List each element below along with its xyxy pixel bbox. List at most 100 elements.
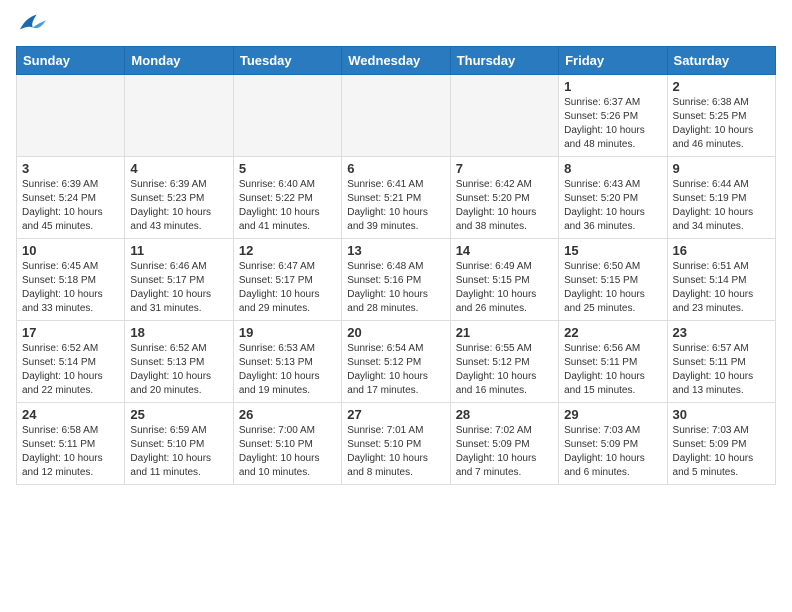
day-info: Sunrise: 6:48 AMSunset: 5:16 PMDaylight:… (347, 260, 444, 316)
calendar-day-cell: 4 Sunrise: 6:39 AMSunset: 5:23 PMDaylight… (125, 157, 233, 239)
calendar-day-cell: 17 Sunrise: 6:52 AMSunset: 5:14 PMDayligh… (17, 321, 125, 403)
calendar-day-cell: 6 Sunrise: 6:41 AMSunset: 5:21 PMDaylight… (342, 157, 450, 239)
day-info: Sunrise: 6:39 AMSunset: 5:24 PMDaylight:… (22, 178, 119, 234)
calendar-day-cell: 14Sunrise: 6:49 AMSunset: 5:15 PMDayligh… (450, 239, 558, 321)
day-of-week-header: Sunday (17, 47, 125, 75)
day-info: Sunrise: 6:39 AMSunset: 5:23 PMDaylight:… (130, 178, 227, 234)
day-of-week-header: Monday (125, 47, 233, 75)
day-number: 4 (130, 161, 227, 176)
calendar-day-cell: 22 Sunrise: 6:56 AMSunset: 5:11 PMDayligh… (559, 321, 667, 403)
day-number: 12 (239, 243, 336, 258)
day-info: Sunrise: 6:38 AMSunset: 5:25 PMDaylight:… (673, 96, 770, 152)
calendar-day-cell: 24 Sunrise: 6:58 AMSunset: 5:11 PMDayligh… (17, 403, 125, 485)
calendar-day-cell: 10 Sunrise: 6:45 AMSunset: 5:18 PMDayligh… (17, 239, 125, 321)
calendar-day-cell: 8Sunrise: 6:43 AMSunset: 5:20 PMDaylight… (559, 157, 667, 239)
day-info: Sunrise: 7:03 AMSunset: 5:09 PMDaylight:… (564, 424, 661, 480)
day-info: Sunrise: 6:43 AMSunset: 5:20 PMDaylight:… (564, 178, 661, 234)
calendar-day-cell: 13 Sunrise: 6:48 AMSunset: 5:16 PMDayligh… (342, 239, 450, 321)
day-number: 3 (22, 161, 119, 176)
calendar-table: SundayMondayTuesdayWednesdayThursdayFrid… (16, 46, 776, 485)
logo-bird-icon (18, 12, 46, 34)
day-info: Sunrise: 6:59 AMSunset: 5:10 PMDaylight:… (130, 424, 227, 480)
calendar-day-cell (125, 75, 233, 157)
day-number: 23 (673, 325, 770, 340)
calendar-day-cell: 29 Sunrise: 7:03 AMSunset: 5:09 PMDayligh… (559, 403, 667, 485)
day-info: Sunrise: 6:47 AMSunset: 5:17 PMDaylight:… (239, 260, 336, 316)
day-number: 10 (22, 243, 119, 258)
day-number: 19 (239, 325, 336, 340)
calendar-header-row: SundayMondayTuesdayWednesdayThursdayFrid… (17, 47, 776, 75)
day-number: 21 (456, 325, 553, 340)
day-number: 28 (456, 407, 553, 422)
calendar-day-cell: 19 Sunrise: 6:53 AMSunset: 5:13 PMDayligh… (233, 321, 341, 403)
day-info: Sunrise: 6:51 AMSunset: 5:14 PMDaylight:… (673, 260, 770, 316)
day-number: 24 (22, 407, 119, 422)
day-info: Sunrise: 6:56 AMSunset: 5:11 PMDaylight:… (564, 342, 661, 398)
calendar-week-row: 3 Sunrise: 6:39 AMSunset: 5:24 PMDaylight… (17, 157, 776, 239)
calendar-day-cell (17, 75, 125, 157)
day-info: Sunrise: 6:44 AMSunset: 5:19 PMDaylight:… (673, 178, 770, 234)
calendar-day-cell: 16 Sunrise: 6:51 AMSunset: 5:14 PMDayligh… (667, 239, 775, 321)
calendar-day-cell: 27 Sunrise: 7:01 AMSunset: 5:10 PMDayligh… (342, 403, 450, 485)
calendar-day-cell: 1 Sunrise: 6:37 AMSunset: 5:26 PMDaylight… (559, 75, 667, 157)
calendar-day-cell (450, 75, 558, 157)
day-info: Sunrise: 6:46 AMSunset: 5:17 PMDaylight:… (130, 260, 227, 316)
calendar-day-cell: 28 Sunrise: 7:02 AMSunset: 5:09 PMDayligh… (450, 403, 558, 485)
day-of-week-header: Tuesday (233, 47, 341, 75)
day-number: 16 (673, 243, 770, 258)
calendar-day-cell (342, 75, 450, 157)
day-number: 7 (456, 161, 553, 176)
day-info: Sunrise: 6:41 AMSunset: 5:21 PMDaylight:… (347, 178, 444, 234)
day-number: 25 (130, 407, 227, 422)
day-number: 30 (673, 407, 770, 422)
day-number: 29 (564, 407, 661, 422)
calendar-day-cell: 26 Sunrise: 7:00 AMSunset: 5:10 PMDayligh… (233, 403, 341, 485)
day-info: Sunrise: 7:01 AMSunset: 5:10 PMDaylight:… (347, 424, 444, 480)
calendar-day-cell: 11 Sunrise: 6:46 AMSunset: 5:17 PMDayligh… (125, 239, 233, 321)
calendar-week-row: 10 Sunrise: 6:45 AMSunset: 5:18 PMDayligh… (17, 239, 776, 321)
calendar-week-row: 24 Sunrise: 6:58 AMSunset: 5:11 PMDayligh… (17, 403, 776, 485)
calendar-day-cell: 7 Sunrise: 6:42 AMSunset: 5:20 PMDaylight… (450, 157, 558, 239)
page-header (16, 16, 776, 34)
day-number: 17 (22, 325, 119, 340)
day-number: 26 (239, 407, 336, 422)
day-info: Sunrise: 7:03 AMSunset: 5:09 PMDaylight:… (673, 424, 770, 480)
day-of-week-header: Wednesday (342, 47, 450, 75)
calendar-week-row: 17 Sunrise: 6:52 AMSunset: 5:14 PMDayligh… (17, 321, 776, 403)
calendar-day-cell: 12 Sunrise: 6:47 AMSunset: 5:17 PMDayligh… (233, 239, 341, 321)
day-info: Sunrise: 7:02 AMSunset: 5:09 PMDaylight:… (456, 424, 553, 480)
day-number: 5 (239, 161, 336, 176)
day-number: 13 (347, 243, 444, 258)
day-info: Sunrise: 6:54 AMSunset: 5:12 PMDaylight:… (347, 342, 444, 398)
logo (16, 16, 46, 34)
day-of-week-header: Thursday (450, 47, 558, 75)
day-info: Sunrise: 6:37 AMSunset: 5:26 PMDaylight:… (564, 96, 661, 152)
calendar-day-cell: 20Sunrise: 6:54 AMSunset: 5:12 PMDayligh… (342, 321, 450, 403)
day-info: Sunrise: 6:58 AMSunset: 5:11 PMDaylight:… (22, 424, 119, 480)
calendar-day-cell: 18Sunrise: 6:52 AMSunset: 5:13 PMDayligh… (125, 321, 233, 403)
calendar-day-cell: 21 Sunrise: 6:55 AMSunset: 5:12 PMDayligh… (450, 321, 558, 403)
day-info: Sunrise: 6:40 AMSunset: 5:22 PMDaylight:… (239, 178, 336, 234)
day-info: Sunrise: 6:53 AMSunset: 5:13 PMDaylight:… (239, 342, 336, 398)
day-info: Sunrise: 6:55 AMSunset: 5:12 PMDaylight:… (456, 342, 553, 398)
day-number: 14 (456, 243, 553, 258)
calendar-week-row: 1 Sunrise: 6:37 AMSunset: 5:26 PMDaylight… (17, 75, 776, 157)
day-info: Sunrise: 6:50 AMSunset: 5:15 PMDaylight:… (564, 260, 661, 316)
day-number: 27 (347, 407, 444, 422)
day-number: 1 (564, 79, 661, 94)
day-info: Sunrise: 6:42 AMSunset: 5:20 PMDaylight:… (456, 178, 553, 234)
day-number: 15 (564, 243, 661, 258)
calendar-day-cell: 15 Sunrise: 6:50 AMSunset: 5:15 PMDayligh… (559, 239, 667, 321)
day-info: Sunrise: 6:45 AMSunset: 5:18 PMDaylight:… (22, 260, 119, 316)
calendar-day-cell: 3 Sunrise: 6:39 AMSunset: 5:24 PMDaylight… (17, 157, 125, 239)
calendar-day-cell: 30 Sunrise: 7:03 AMSunset: 5:09 PMDayligh… (667, 403, 775, 485)
day-number: 22 (564, 325, 661, 340)
day-info: Sunrise: 6:57 AMSunset: 5:11 PMDaylight:… (673, 342, 770, 398)
day-of-week-header: Friday (559, 47, 667, 75)
day-number: 11 (130, 243, 227, 258)
day-info: Sunrise: 6:52 AMSunset: 5:14 PMDaylight:… (22, 342, 119, 398)
day-number: 6 (347, 161, 444, 176)
day-number: 9 (673, 161, 770, 176)
calendar-day-cell: 2Sunrise: 6:38 AMSunset: 5:25 PMDaylight… (667, 75, 775, 157)
day-info: Sunrise: 7:00 AMSunset: 5:10 PMDaylight:… (239, 424, 336, 480)
